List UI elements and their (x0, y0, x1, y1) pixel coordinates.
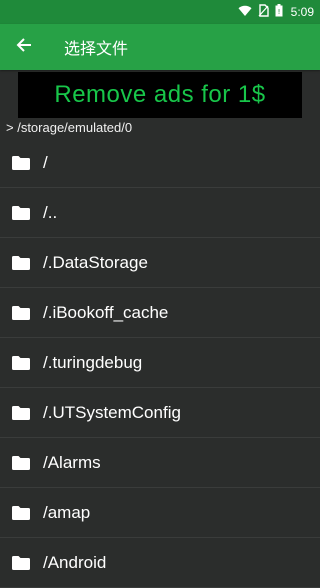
folder-icon (0, 138, 42, 188)
remove-ads-banner[interactable]: Remove ads for 1$ (18, 72, 302, 118)
file-name: /.UTSystemConfig (43, 402, 181, 422)
folder-icon (0, 338, 42, 388)
back-button[interactable] (0, 24, 48, 70)
arrow-left-icon (16, 37, 32, 57)
file-row[interactable]: /Android (0, 538, 320, 588)
folder-icon (0, 488, 42, 538)
file-list: / /.. /.DataStorage /.iBookoff_cache /.t… (0, 138, 320, 588)
file-name: /amap (43, 502, 91, 522)
file-name: /.. (43, 202, 58, 222)
status-bar: ! 5:09 (0, 0, 320, 24)
wifi-icon (238, 5, 252, 20)
page-title: 选择文件 (64, 39, 129, 58)
file-name: / (43, 152, 48, 172)
file-name: /Alarms (43, 452, 101, 472)
app-bar: 选择文件 (0, 24, 320, 70)
file-row[interactable]: /.UTSystemConfig (0, 388, 320, 438)
file-row[interactable]: /amap (0, 488, 320, 538)
file-row-root[interactable]: / (0, 138, 320, 188)
file-name: /.DataStorage (43, 252, 148, 272)
folder-icon (0, 288, 42, 338)
current-path: > /storage/emulated/0 (6, 120, 133, 135)
file-row[interactable]: /.DataStorage (0, 238, 320, 288)
folder-icon (0, 388, 42, 438)
folder-icon (0, 238, 42, 288)
folder-icon (0, 538, 42, 588)
status-icons: ! 5:09 (238, 0, 314, 24)
folder-icon (0, 188, 42, 238)
svg-text:!: ! (277, 8, 280, 16)
file-row[interactable]: /.iBookoff_cache (0, 288, 320, 338)
file-row[interactable]: /Alarms (0, 438, 320, 488)
file-name: /.iBookoff_cache (43, 302, 169, 322)
file-name: /.turingdebug (43, 352, 143, 372)
file-name: /Android (43, 552, 107, 572)
folder-icon (0, 438, 42, 488)
no-sim-icon (258, 4, 269, 20)
file-row[interactable]: /.turingdebug (0, 338, 320, 388)
remove-ads-text: Remove ads for 1$ (54, 81, 266, 108)
status-time: 5:09 (290, 5, 314, 19)
battery-icon: ! (275, 4, 283, 20)
file-row-parent[interactable]: /.. (0, 188, 320, 238)
